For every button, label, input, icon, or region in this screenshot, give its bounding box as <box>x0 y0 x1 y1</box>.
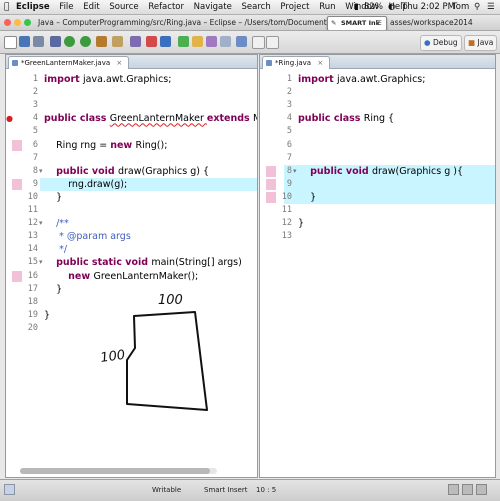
ink-label-left: 100 <box>99 348 126 366</box>
status-writable: Writable <box>152 486 182 494</box>
status-bar: Writable Smart Insert 10 : 5 <box>0 479 500 501</box>
console-icon[interactable] <box>476 484 487 495</box>
progress-icon[interactable] <box>448 484 459 495</box>
ink-overlay: 100 100 <box>99 293 208 411</box>
ink-rectangle <box>126 311 208 411</box>
status-insert-mode: Smart Insert <box>204 486 248 494</box>
task-icon[interactable] <box>462 484 473 495</box>
status-cursor-position: 10 : 5 <box>256 486 277 494</box>
fast-view-icon[interactable] <box>4 484 15 495</box>
ink-label-top: 100 <box>158 293 183 308</box>
